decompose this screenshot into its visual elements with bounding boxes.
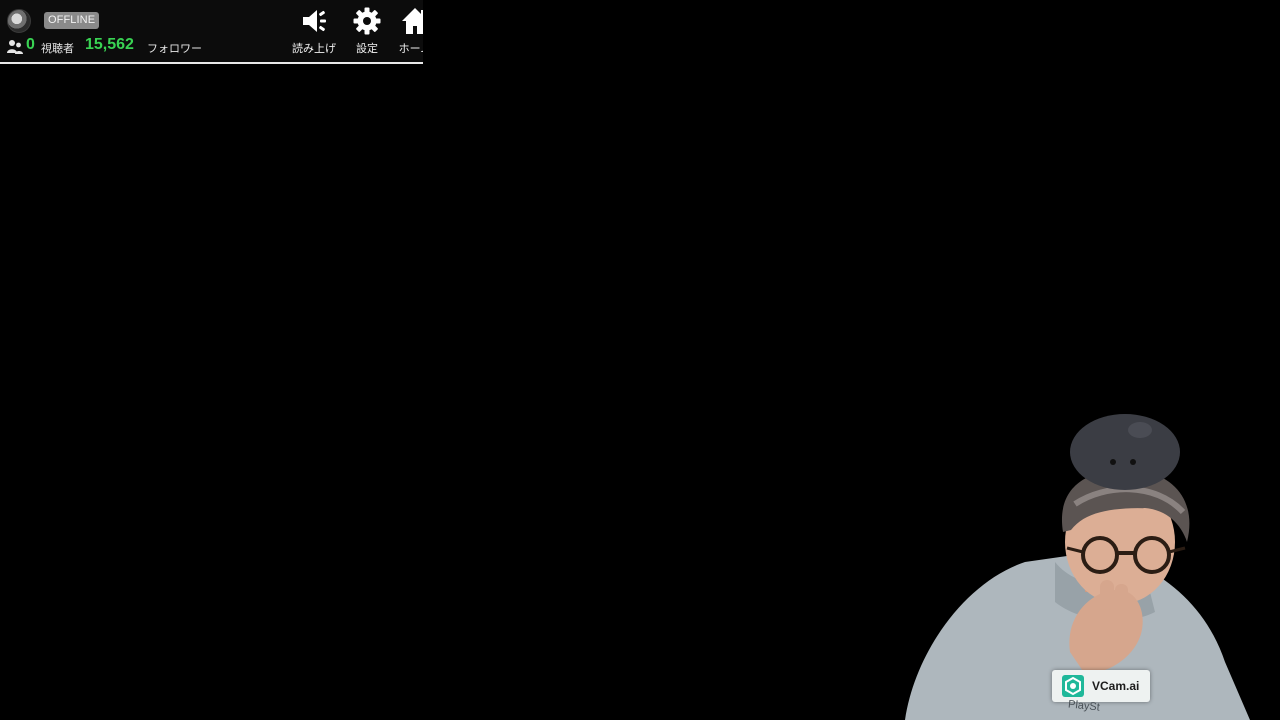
home-label: ホーム (398, 42, 423, 55)
vcam-logo-icon (1062, 675, 1084, 697)
follower-label: フォロワー (147, 42, 202, 55)
stream-status-panel: OFFLINE 0 視聴者 15,562 フォロワー 読み上げ 設定 ホー (0, 0, 423, 64)
speaker-icon (303, 10, 326, 32)
status-badge: OFFLINE (44, 12, 100, 29)
settings-label: 設定 (356, 42, 378, 55)
stream-canvas: OFFLINE 0 視聴者 15,562 フォロワー 読み上げ 設定 ホー VC… (0, 0, 1280, 720)
read-aloud-button[interactable]: 読み上げ (290, 6, 338, 58)
settings-button[interactable]: 設定 (350, 6, 384, 58)
home-icon (402, 8, 423, 34)
viewers-icon (7, 40, 23, 54)
read-aloud-label: 読み上げ (292, 42, 336, 55)
vcam-watermark: VCam.ai (1052, 670, 1150, 702)
follower-count: 15,562 (85, 36, 134, 53)
gear-icon (353, 7, 381, 35)
viewer-label: 視聴者 (41, 42, 74, 55)
channel-avatar[interactable] (7, 9, 31, 33)
viewer-count: 0 (26, 36, 35, 53)
vcam-label: VCam.ai (1092, 679, 1140, 693)
home-button[interactable]: ホーム (395, 6, 423, 58)
